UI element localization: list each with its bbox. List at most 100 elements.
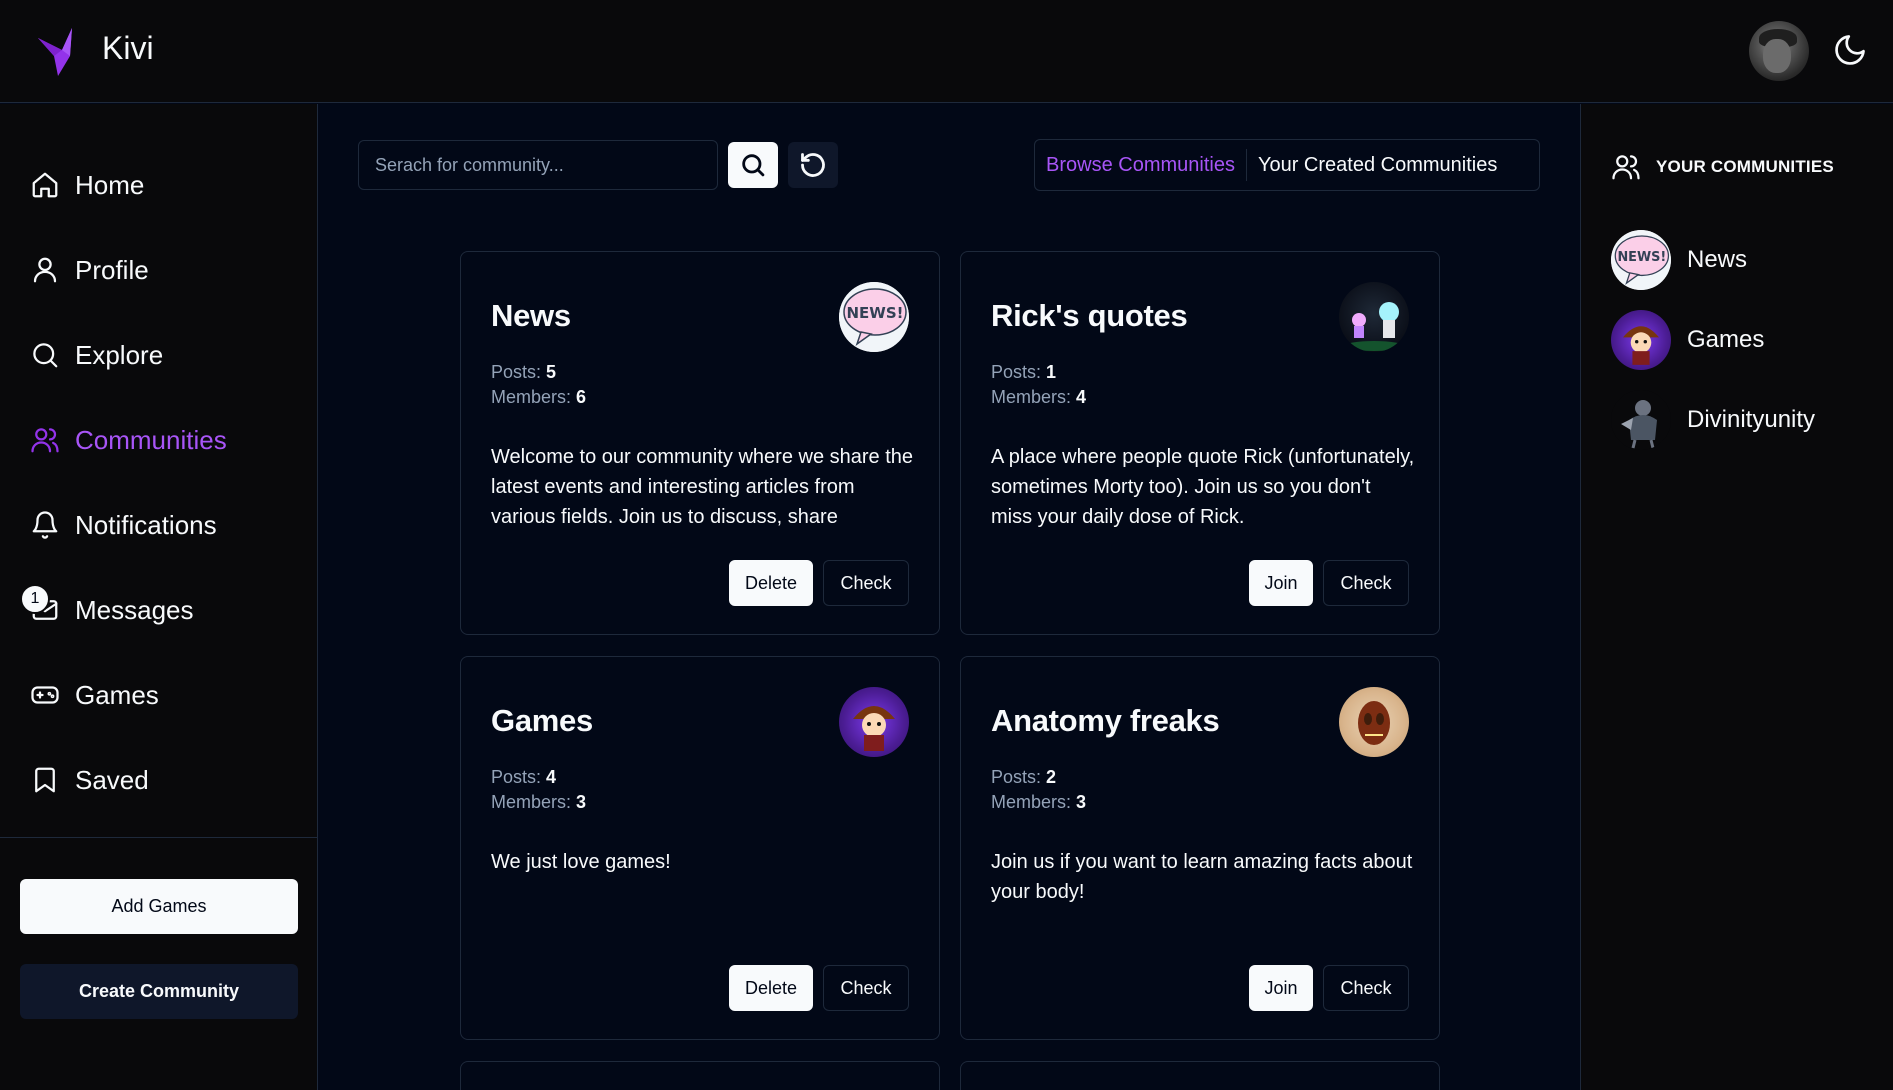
- members-count: 3: [1076, 792, 1087, 812]
- brand-name[interactable]: Kivi: [102, 30, 154, 67]
- card-title[interactable]: News: [491, 298, 571, 334]
- your-communities-header: YOUR COMMUNITIES: [1611, 152, 1834, 182]
- community-card-partial: [960, 1061, 1440, 1090]
- members-count: 4: [1076, 387, 1087, 407]
- user-icon: [33, 257, 57, 283]
- community-card-news: News NEWS! Posts: 5 Members: 6 Welcome t…: [460, 251, 940, 635]
- your-community-games[interactable]: Games: [1611, 310, 1764, 370]
- posts-count: 5: [546, 362, 557, 382]
- your-community-divinityunity[interactable]: Divinityunity: [1611, 390, 1815, 450]
- your-community-news[interactable]: NEWS! News: [1611, 230, 1747, 290]
- nav-item-notifications[interactable]: Notifications: [30, 505, 217, 545]
- community-card-ricks-quotes: Rick's quotes Posts: 1 Members: 4 A plac…: [960, 251, 1440, 635]
- armored-figure-icon: [1621, 400, 1657, 449]
- tab-browse-communities[interactable]: Browse Communities: [1035, 149, 1246, 181]
- search-icon: [742, 154, 765, 177]
- moon-icon[interactable]: [1832, 32, 1868, 68]
- members-label: Members:: [491, 387, 572, 407]
- card-title[interactable]: Rick's quotes: [991, 298, 1188, 334]
- svg-text:NEWS!: NEWS!: [847, 304, 904, 322]
- create-community-button[interactable]: Create Community: [20, 964, 298, 1019]
- users-icon: [1612, 155, 1640, 180]
- delete-button[interactable]: Delete: [729, 560, 813, 606]
- posts-count: 2: [1046, 767, 1057, 787]
- tab-your-created-communities[interactable]: Your Created Communities: [1247, 149, 1508, 181]
- games-avatar: [839, 687, 909, 757]
- nav-item-explore[interactable]: Explore: [30, 335, 163, 375]
- news-avatar: NEWS!: [1611, 230, 1671, 290]
- news-bubble-icon: NEWS!: [839, 282, 909, 352]
- community-tabs: Browse Communities Your Created Communit…: [1034, 139, 1540, 191]
- posts-label: Posts:: [991, 362, 1042, 382]
- games-character-icon: [853, 706, 895, 751]
- join-button[interactable]: Join: [1249, 965, 1313, 1011]
- anatomy-skull-icon: [1358, 701, 1390, 745]
- rick-avatar: [1339, 282, 1409, 352]
- news-bubble-icon: NEWS!: [1611, 230, 1671, 290]
- check-button[interactable]: Check: [823, 560, 909, 606]
- nav-label-messages: Messages: [75, 594, 194, 625]
- members-stat: Members: 3: [491, 792, 586, 813]
- members-label: Members:: [491, 792, 572, 812]
- rick-morty-icon: [1344, 302, 1404, 351]
- members-count: 6: [576, 387, 587, 407]
- kivi-logo-icon[interactable]: [36, 26, 88, 78]
- nav-item-communities[interactable]: Communities: [30, 420, 227, 460]
- nav-label-saved: Saved: [75, 764, 149, 795]
- card-description: Join us if you want to learn amazing fac…: [991, 851, 1413, 903]
- nav-label-explore: Explore: [75, 339, 164, 370]
- nav-item-games[interactable]: Games: [30, 675, 159, 715]
- check-button[interactable]: Check: [1323, 965, 1409, 1011]
- search-icon: [33, 343, 58, 368]
- posts-stat: Posts: 5: [491, 362, 556, 383]
- users-icon: [31, 428, 59, 453]
- messages-badge: 1: [20, 584, 50, 614]
- members-count: 3: [576, 792, 587, 812]
- posts-count: 1: [1046, 362, 1057, 382]
- posts-label: Posts:: [491, 767, 542, 787]
- avatar-face: [1763, 39, 1791, 73]
- left-sidebar: Home Profile Explore Communities Notific…: [0, 104, 318, 1090]
- card-title[interactable]: Anatomy freaks: [991, 703, 1220, 739]
- card-description: Welcome to our community where we share …: [491, 446, 914, 528]
- join-button[interactable]: Join: [1249, 560, 1313, 606]
- anatomy-avatar: [1339, 687, 1409, 757]
- posts-stat: Posts: 4: [491, 767, 556, 788]
- members-stat: Members: 3: [991, 792, 1086, 813]
- posts-stat: Posts: 2: [991, 767, 1056, 788]
- divinityunity-avatar: [1611, 390, 1671, 450]
- delete-button[interactable]: Delete: [729, 965, 813, 1011]
- news-avatar: NEWS!: [839, 282, 909, 352]
- refresh-button[interactable]: [788, 142, 838, 188]
- nav-label-profile: Profile: [75, 254, 149, 285]
- your-community-label: Games: [1687, 326, 1765, 353]
- add-games-button[interactable]: Add Games: [20, 879, 298, 934]
- nav-item-messages[interactable]: 1 Messages: [20, 584, 194, 630]
- check-button[interactable]: Check: [1323, 560, 1409, 606]
- top-header: Kivi: [0, 0, 1893, 103]
- your-communities-panel: YOUR COMMUNITIES NEWS! News Games Divini…: [1580, 104, 1893, 1090]
- your-community-label: Divinityunity: [1687, 406, 1816, 433]
- svg-text:NEWS!: NEWS!: [1617, 250, 1666, 265]
- refresh-icon: [801, 153, 825, 177]
- nav-item-home[interactable]: Home: [30, 165, 144, 205]
- posts-count: 4: [546, 767, 557, 787]
- community-card-games: Games Posts: 4 Members: 3 We just love g…: [460, 656, 940, 1040]
- search-button[interactable]: [728, 142, 778, 188]
- home-icon: [32, 172, 58, 198]
- sidebar-divider: [0, 837, 318, 838]
- community-search-input[interactable]: [358, 140, 718, 190]
- card-description: A place where people quote Rick (unfortu…: [991, 446, 1415, 528]
- user-avatar[interactable]: [1749, 21, 1809, 81]
- community-card-anatomy-freaks: Anatomy freaks Posts: 2 Members: 3 Join …: [960, 656, 1440, 1040]
- nav-item-saved[interactable]: Saved: [30, 760, 149, 800]
- card-title[interactable]: Games: [491, 703, 593, 739]
- card-description: We just love games!: [491, 851, 671, 873]
- your-community-label: News: [1687, 246, 1748, 273]
- community-card-partial: [460, 1061, 940, 1090]
- nav-label-home: Home: [75, 169, 145, 200]
- nav-item-profile[interactable]: Profile: [30, 250, 149, 290]
- members-label: Members:: [991, 387, 1072, 407]
- check-button[interactable]: Check: [823, 965, 909, 1011]
- games-character-icon: [1623, 326, 1659, 365]
